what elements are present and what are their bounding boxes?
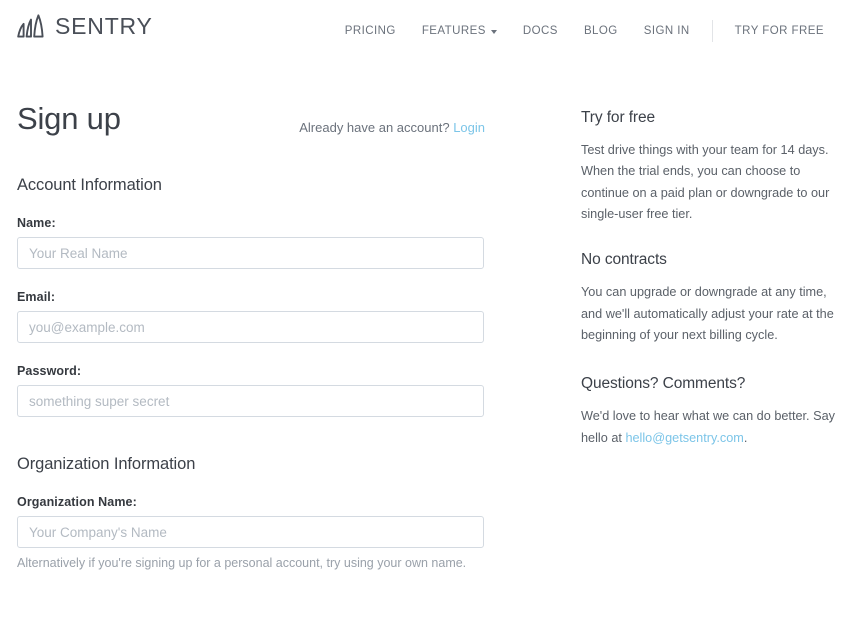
signup-page: SENTRY PRICING FEATURES DOCS BLOG SIGN I… (0, 0, 850, 627)
email-label: Email: (17, 290, 56, 304)
name-field-group: Name: (17, 216, 485, 269)
organization-field-group: Organization Name: Alternatively if you'… (17, 495, 485, 573)
nav-pricing[interactable]: PRICING (332, 25, 409, 37)
questions-body: We'd love to hear what we can do better.… (581, 406, 837, 449)
chevron-down-icon (490, 30, 497, 34)
organization-label: Organization Name: (17, 495, 137, 509)
try-for-free-block: Try for free Test drive things with your… (581, 109, 837, 225)
no-contracts-title: No contracts (581, 251, 667, 269)
signup-form-column: Sign up Already have an account? Login A… (17, 101, 485, 573)
questions-body-after: . (743, 430, 748, 445)
name-label: Name: (17, 216, 56, 230)
organization-input[interactable] (17, 516, 484, 548)
nav-docs-label: DOCS (522, 25, 558, 37)
name-input[interactable] (17, 237, 484, 269)
login-link[interactable]: Login (453, 120, 485, 135)
try-for-free-body: Test drive things with your team for 14 … (581, 143, 830, 221)
no-contracts-body: You can upgrade or downgrade at any time… (581, 285, 834, 342)
email-input[interactable] (17, 311, 484, 343)
try-for-free-title: Try for free (581, 109, 656, 126)
organization-help-text: Alternatively if you're signing up for a… (17, 556, 467, 570)
nav-docs[interactable]: DOCS (510, 25, 571, 37)
nav-try-for-free[interactable]: TRY FOR FREE (722, 25, 837, 37)
site-header: SENTRY PRICING FEATURES DOCS BLOG SIGN I… (0, 0, 850, 58)
nav-try-for-free-label: TRY FOR FREE (734, 25, 824, 37)
signup-header: Sign up Already have an account? Login (17, 101, 485, 150)
nav-features[interactable]: FEATURES (409, 25, 510, 37)
nav-pricing-label: PRICING (344, 25, 396, 37)
brand-logo-link[interactable]: SENTRY (16, 13, 153, 39)
nav-blog-label: BLOG (583, 25, 618, 37)
sentry-wave-logo-icon (17, 14, 44, 38)
email-field-group: Email: (17, 290, 485, 343)
password-label: Password: (17, 364, 82, 378)
nav-sign-in-label: SIGN IN (643, 25, 690, 37)
already-have-account-text: Already have an account? (299, 120, 450, 135)
questions-block: Questions? Comments? We'd love to hear w… (581, 375, 837, 449)
password-input[interactable] (17, 385, 484, 417)
password-field-group: Password: (17, 364, 485, 417)
nav-sign-in[interactable]: SIGN IN (631, 25, 703, 37)
nav-divider (711, 20, 713, 42)
nav-blog[interactable]: BLOG (571, 25, 631, 37)
marketing-sidebar: Try for free Test drive things with your… (581, 109, 837, 471)
questions-title: Questions? Comments? (581, 375, 746, 393)
nav-features-label: FEATURES (421, 25, 486, 37)
brand-name: SENTRY (55, 12, 153, 39)
organization-information-heading: Organization Information (17, 455, 196, 473)
support-email-link[interactable]: hello@getsentry.com (625, 431, 743, 445)
no-contracts-block: No contracts You can upgrade or downgrad… (581, 251, 837, 346)
already-have-account: Already have an account? Login (299, 120, 485, 135)
main-nav: PRICING FEATURES DOCS BLOG SIGN IN TRY F… (332, 20, 837, 42)
account-information-heading: Account Information (17, 176, 162, 194)
